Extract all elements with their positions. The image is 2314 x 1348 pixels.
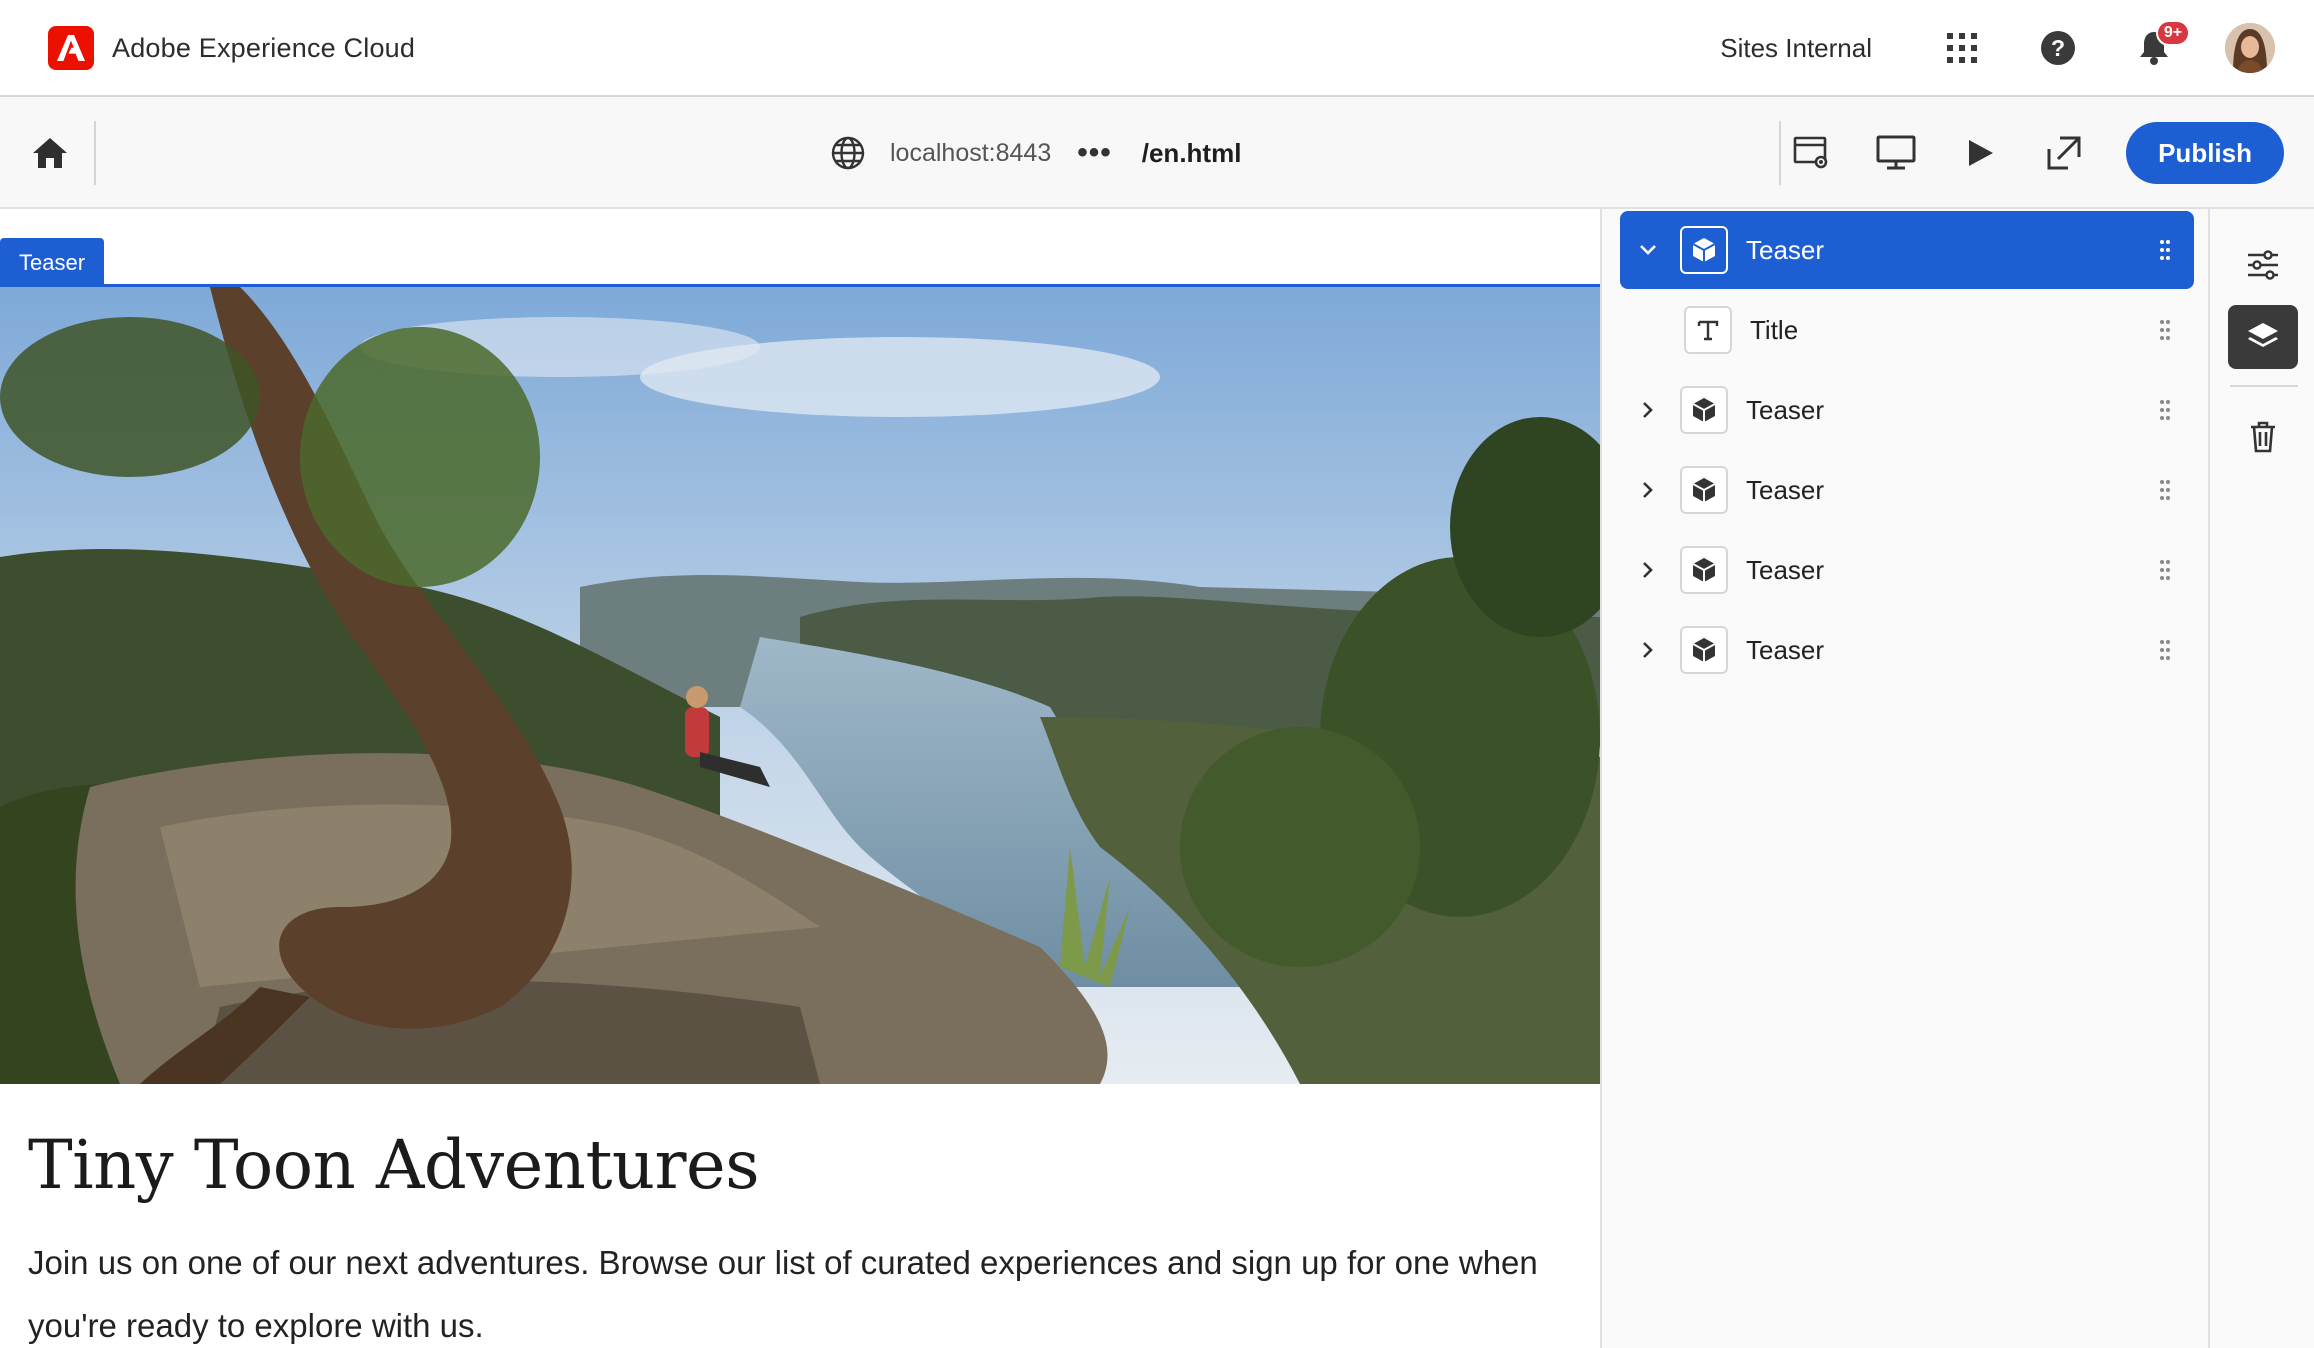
preview-play-icon[interactable]: [1952, 125, 2008, 181]
drag-handle-icon[interactable]: [2150, 470, 2180, 510]
tree-item-teaser[interactable]: Teaser: [1620, 611, 2194, 689]
cube-icon: [1680, 226, 1728, 274]
tree-item-teaser[interactable]: Teaser: [1620, 211, 2194, 289]
chevron-right-icon[interactable]: [1628, 390, 1668, 430]
tree-item-label: Teaser: [1746, 394, 1825, 425]
bell-icon[interactable]: 9+: [2126, 20, 2190, 76]
url-bar[interactable]: localhost:8443 ••• /en.html: [828, 129, 1241, 177]
cube-icon: [1680, 546, 1728, 594]
layers-icon[interactable]: [2228, 305, 2298, 369]
cube-icon: [1680, 466, 1728, 514]
url-host: localhost:8443: [890, 138, 1052, 167]
chevron-right-icon[interactable]: [1628, 550, 1668, 590]
desktop-icon[interactable]: [1868, 125, 1924, 181]
user-avatar[interactable]: [2222, 20, 2278, 76]
teaser-image[interactable]: [0, 287, 1600, 1084]
tree-item-label: Teaser: [1746, 634, 1825, 665]
content-tree-panel: Teaser Title Teaser Teaser Teaser Teaser: [1600, 209, 2208, 1348]
tree-item-label: Title: [1750, 314, 1799, 345]
shell-header: Adobe Experience Cloud Sites Internal ? …: [0, 0, 2314, 97]
properties-sliders-icon[interactable]: [2228, 233, 2298, 297]
drag-handle-icon[interactable]: [2150, 230, 2180, 270]
chevron-right-icon[interactable]: [1628, 470, 1668, 510]
page-properties-icon[interactable]: [1784, 125, 1840, 181]
cube-icon: [1680, 626, 1728, 674]
open-external-icon[interactable]: [2036, 125, 2092, 181]
trash-icon[interactable]: [2228, 405, 2298, 469]
help-icon[interactable]: ?: [2030, 20, 2086, 76]
tree-item-label: Teaser: [1746, 234, 1825, 265]
cube-icon: [1680, 386, 1728, 434]
notification-badge: 9+: [2156, 20, 2190, 46]
drag-handle-icon[interactable]: [2150, 310, 2180, 350]
teaser-description[interactable]: Join us on one of our next adventures. B…: [28, 1231, 1588, 1348]
adobe-logo: [48, 26, 94, 70]
drag-handle-icon[interactable]: [2150, 550, 2180, 590]
tree-item-teaser[interactable]: Teaser: [1620, 371, 2194, 449]
tree-item-title[interactable]: Title: [1684, 291, 2194, 369]
app-switcher-icon[interactable]: [1934, 20, 1990, 76]
publish-button[interactable]: Publish: [2126, 122, 2284, 184]
url-path: /en.html: [1141, 137, 1242, 168]
tree-item-label: Teaser: [1746, 554, 1825, 585]
teaser-title[interactable]: Tiny Toon Adventures: [28, 1126, 760, 1204]
rail-divider: [2230, 385, 2298, 387]
toolbar-divider: [94, 121, 96, 185]
page-canvas[interactable]: Teaser Tiny Toon Adventures Join us on o…: [0, 209, 1600, 1348]
tree-item-teaser[interactable]: Teaser: [1620, 451, 2194, 529]
chevron-down-icon[interactable]: [1628, 230, 1668, 270]
org-switcher[interactable]: Sites Internal: [1720, 33, 1872, 64]
tree-item-label: Teaser: [1746, 474, 1825, 505]
globe-icon: [828, 133, 868, 173]
svg-text:?: ?: [2051, 35, 2065, 61]
right-rail: [2208, 209, 2314, 1348]
home-icon[interactable]: [24, 127, 76, 179]
avatar: [2225, 23, 2275, 73]
chevron-right-icon[interactable]: [1628, 630, 1668, 670]
component-tag[interactable]: Teaser: [0, 238, 105, 288]
url-more-button[interactable]: •••: [1077, 138, 1112, 168]
editor-toolbar: localhost:8443 ••• /en.html Publish: [0, 97, 2314, 209]
brand[interactable]: Adobe Experience Cloud: [48, 26, 415, 70]
brand-name: Adobe Experience Cloud: [112, 32, 416, 63]
drag-handle-icon[interactable]: [2150, 630, 2180, 670]
drag-handle-icon[interactable]: [2150, 390, 2180, 430]
text-icon: [1684, 306, 1732, 354]
tree-item-teaser[interactable]: Teaser: [1620, 531, 2194, 609]
